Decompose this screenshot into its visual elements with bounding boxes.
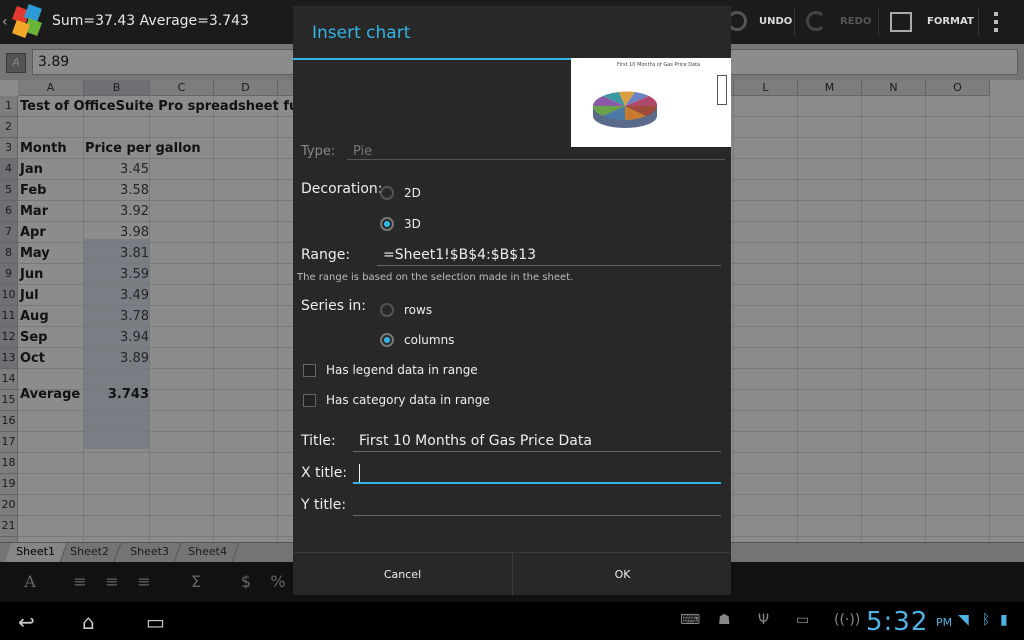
radio-3d[interactable] [380, 217, 394, 231]
clock-ampm: PM [936, 616, 953, 629]
format-icon[interactable] [890, 12, 912, 32]
wifi-icon: ◥ [958, 612, 969, 628]
android-debug-icon: ☗ [718, 612, 731, 628]
cancel-button[interactable]: Cancel [293, 553, 512, 596]
category-checkbox-label[interactable]: Has category data in range [326, 393, 490, 407]
undo-button[interactable]: UNDO [759, 16, 792, 27]
redo-button[interactable]: REDO [840, 16, 871, 27]
radio-columns[interactable] [380, 333, 394, 347]
screenshot-icon: ▭ [796, 612, 810, 628]
ok-button[interactable]: OK [513, 553, 732, 596]
range-hint: The range is based on the selection made… [297, 272, 574, 283]
radio-rows[interactable] [380, 303, 394, 317]
preview-pie-3d [591, 84, 659, 132]
dialog-button-bar: Cancel OK [293, 552, 732, 596]
y-title-label: Y title: [301, 497, 347, 513]
back-chevron-icon[interactable]: ‹ [2, 14, 8, 30]
y-title-input[interactable] [353, 494, 721, 516]
usb-icon: Ψ [758, 612, 770, 628]
redo-icon[interactable] [806, 11, 826, 31]
selection-sum-average: Sum=37.43 Average=3.743 [52, 13, 249, 29]
officesuite-logo[interactable] [10, 4, 46, 40]
recent-apps-icon[interactable]: ▭ [146, 610, 165, 634]
toolbar-divider [978, 8, 979, 36]
hotspot-icon: ((·)) [834, 612, 861, 628]
title-input[interactable]: First 10 Months of Gas Price Data [353, 430, 721, 452]
insert-chart-dialog: Insert chart First 10 Months of Gas Pric… [293, 6, 732, 596]
type-select-underline [347, 159, 725, 160]
chart-preview: First 10 Months of Gas Price Data [571, 58, 731, 147]
series-label: Series in: [301, 298, 366, 314]
radio-rows-label[interactable]: rows [404, 303, 432, 317]
type-select[interactable]: Pie [353, 144, 372, 159]
clock: 5:32 [866, 607, 929, 637]
toolbar-divider [878, 8, 879, 36]
dialog-title: Insert chart [312, 23, 411, 43]
bluetooth-icon: ᛒ [982, 612, 991, 628]
radio-2d-label[interactable]: 2D [404, 186, 421, 200]
legend-checkbox[interactable] [303, 364, 316, 377]
battery-icon: ▮ [1000, 612, 1008, 628]
x-title-input[interactable] [353, 462, 721, 484]
format-button[interactable]: FORMAT [927, 16, 974, 27]
x-title-label: X title: [301, 465, 348, 481]
radio-2d[interactable] [380, 186, 394, 200]
toolbar-divider [794, 8, 795, 36]
radio-3d-label[interactable]: 3D [404, 217, 421, 231]
type-label: Type: [301, 144, 336, 159]
back-icon[interactable]: ↩ [18, 610, 35, 634]
range-input[interactable]: =Sheet1!$B$4:$B$13 [377, 244, 721, 266]
preview-legend [717, 75, 727, 105]
system-navigation-bar: ↩ ⌂ ▭ ⌨ ☗ Ψ ▭ ((·)) 5:32 PM ◥ ᛒ ▮ [0, 602, 1024, 640]
text-caret [359, 464, 360, 482]
range-label: Range: [301, 247, 351, 263]
preview-chart-title: First 10 Months of Gas Price Data [617, 62, 701, 68]
radio-columns-label[interactable]: columns [404, 333, 454, 347]
decoration-label: Decoration: [301, 181, 383, 197]
overflow-menu-icon[interactable] [994, 12, 1000, 32]
legend-checkbox-label[interactable]: Has legend data in range [326, 363, 478, 377]
category-checkbox[interactable] [303, 394, 316, 407]
keyboard-icon: ⌨ [680, 612, 701, 628]
title-label: Title: [301, 433, 336, 449]
home-icon[interactable]: ⌂ [82, 610, 95, 634]
